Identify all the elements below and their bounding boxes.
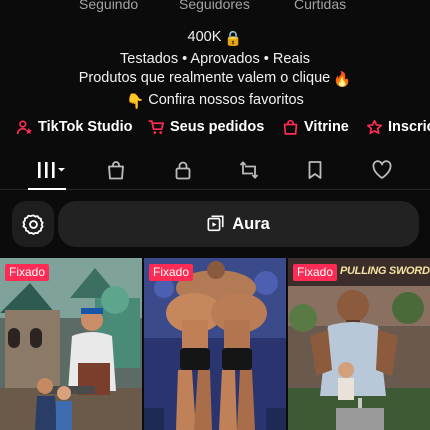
profile-tabs	[0, 150, 430, 190]
orders-label: Seus pedidos	[170, 119, 265, 135]
shopping-bag-icon	[283, 119, 298, 135]
video-thumbnail-2[interactable]: Fixado	[144, 258, 286, 430]
bio-line-4: 👇 Confira nossos favoritos	[0, 91, 430, 113]
video-overlay-text: PULLING SWORD	[340, 265, 430, 277]
tab-shop[interactable]	[101, 156, 131, 184]
bio-line-2: Testados • Aprovados • Reais	[120, 50, 310, 67]
person-star-icon	[16, 119, 32, 134]
collection-search-bar[interactable]: Aura	[58, 201, 419, 247]
lock-icon	[175, 161, 191, 180]
tiktok-studio-label: TikTok Studio	[38, 119, 133, 135]
following-label[interactable]: Seguindo	[79, 0, 138, 12]
castle-scene-image	[0, 258, 142, 430]
video-icon	[207, 215, 224, 232]
tab-videos[interactable]	[32, 156, 68, 184]
tab-favorites[interactable]	[300, 156, 330, 184]
star-icon	[367, 119, 382, 134]
bio-text-4: Confira nossos favoritos	[148, 91, 304, 108]
subscription-link[interactable]: Inscric	[366, 116, 430, 138]
subscription-label: Inscric	[388, 119, 430, 135]
heart-icon	[372, 160, 392, 179]
pinned-badge: Fixado	[149, 264, 194, 281]
likes-label[interactable]: Curtidas	[294, 0, 346, 12]
bookmark-icon	[308, 161, 322, 179]
pointing-down-emoji-icon: 👇	[126, 93, 145, 110]
showcase-label: Vitrine	[304, 119, 349, 135]
cart-icon	[148, 119, 164, 134]
video-grid: Fixado Fixado PULLING SWORD Fixado	[0, 258, 430, 430]
tab-reposts[interactable]	[234, 156, 264, 184]
gear-icon	[21, 213, 44, 235]
video-thumbnail-3[interactable]: PULLING SWORD Fixado	[288, 258, 430, 430]
filter-settings-button[interactable]	[12, 201, 54, 247]
bio-line-3: Produtos que realmente valem o clique 🔥	[0, 69, 430, 91]
tiktok-studio-link[interactable]: TikTok Studio	[16, 116, 133, 138]
bodybuilders-scene-image	[144, 258, 286, 430]
grid-icon	[38, 162, 65, 178]
active-tab-indicator	[28, 188, 66, 190]
tab-liked[interactable]	[367, 156, 397, 184]
pinned-badge: Fixado	[5, 264, 50, 281]
video-thumbnail-1[interactable]: Fixado	[0, 258, 142, 430]
bio-follower-count: 400K	[187, 29, 222, 45]
profile-bio: 400K 🔒 Testados • Aprovados • Reais Produ…	[0, 28, 430, 112]
orders-link[interactable]: Seus pedidos	[148, 116, 264, 138]
lock-emoji-icon: 🔒	[224, 31, 243, 47]
sword-pulling-scene-image	[288, 258, 430, 430]
bag-icon	[108, 161, 124, 180]
profile-screen: Seguindo Seguidores Curtidas 400K 🔒 Testa…	[0, 0, 430, 430]
followers-label[interactable]: Seguidores	[179, 0, 250, 12]
profile-stats: Seguindo Seguidores Curtidas	[0, 0, 430, 18]
repost-icon	[239, 161, 259, 179]
showcase-link[interactable]: Vitrine	[282, 116, 349, 138]
tab-private[interactable]	[168, 156, 198, 184]
fire-emoji-icon: 🔥	[333, 72, 352, 88]
pinned-badge: Fixado	[293, 264, 338, 281]
bio-line-1: 400K 🔒	[0, 28, 430, 50]
bio-text-3: Produtos que realmente valem o clique	[78, 70, 331, 86]
collection-label: Aura	[232, 214, 270, 233]
